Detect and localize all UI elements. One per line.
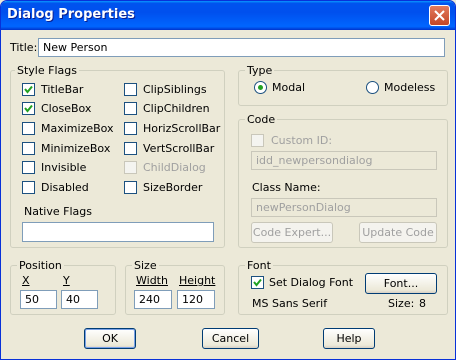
clipsiblings-label: ClipSiblings (143, 83, 207, 96)
clipchildren-checkbox[interactable] (124, 102, 137, 115)
titlebar-label: TitleBar (41, 83, 84, 96)
code-expert-button[interactable]: Code Expert... (251, 222, 333, 243)
title-input[interactable]: New Person (38, 38, 445, 57)
horizscrollbar-checkbox[interactable] (124, 122, 137, 135)
dialog-window: Dialog Properties Title: New Person Styl… (0, 0, 456, 360)
window-title: Dialog Properties (7, 7, 135, 22)
font-name-label: MS Sans Serif (252, 297, 328, 310)
custom-id-checkbox[interactable] (251, 134, 264, 147)
checkmark-icon (24, 85, 33, 94)
clipchildren-label: ClipChildren (143, 102, 210, 115)
childdialog-checkbox[interactable] (124, 161, 137, 174)
font-button[interactable]: Font... (365, 273, 437, 294)
title-bar[interactable]: Dialog Properties (1, 1, 455, 30)
style-flags-legend: Style Flags (15, 64, 79, 77)
width-label: Width (136, 274, 168, 287)
modeless-label: Modeless (384, 81, 436, 94)
position-legend: Position (17, 259, 64, 272)
disabled-checkbox[interactable] (22, 181, 35, 194)
closebox-label: CloseBox (41, 102, 92, 115)
x-label: X (22, 274, 30, 287)
close-button[interactable] (429, 5, 450, 26)
custom-id-input[interactable]: idd_newpersondialog (251, 151, 437, 170)
font-size-label: Size: (388, 297, 415, 310)
font-legend: Font (245, 259, 273, 272)
disabled-label: Disabled (41, 181, 89, 194)
y-input[interactable]: 40 (61, 290, 98, 309)
invisible-label: Invisible (41, 161, 87, 174)
size-legend: Size (132, 259, 159, 272)
checkmark-icon (24, 104, 33, 113)
class-name-label: Class Name: (252, 181, 321, 194)
minimizebox-label: MinimizeBox (41, 142, 111, 155)
modal-radio[interactable] (254, 81, 267, 94)
help-button[interactable]: Help (323, 328, 375, 349)
set-dialog-font-label: Set Dialog Font (269, 276, 354, 289)
height-input[interactable]: 120 (177, 290, 215, 309)
titlebar-checkbox[interactable] (22, 83, 35, 96)
native-flags-input[interactable] (22, 222, 214, 242)
maximizebox-checkbox[interactable] (22, 122, 35, 135)
code-legend: Code (245, 113, 278, 126)
class-name-input[interactable]: newPersonDialog (251, 198, 437, 217)
vertscrollbar-checkbox[interactable] (124, 142, 137, 155)
font-size-value: 8 (419, 297, 426, 310)
maximizebox-label: MaximizeBox (41, 122, 114, 135)
type-legend: Type (245, 64, 275, 77)
custom-id-label: Custom ID: (271, 134, 333, 147)
title-label: Title: (10, 41, 38, 54)
close-icon (434, 10, 445, 21)
minimizebox-checkbox[interactable] (22, 142, 35, 155)
x-input[interactable]: 50 (20, 290, 57, 309)
height-label: Height (179, 274, 216, 287)
update-code-button[interactable]: Update Code (359, 222, 437, 243)
native-flags-label: Native Flags (24, 205, 92, 218)
set-dialog-font-checkbox[interactable] (251, 276, 264, 289)
invisible-checkbox[interactable] (22, 161, 35, 174)
modeless-radio[interactable] (366, 81, 379, 94)
horizscrollbar-label: HorizScrollBar (143, 122, 221, 135)
childdialog-label: ChildDialog (143, 161, 206, 174)
sizeborder-label: SizeBorder (143, 181, 203, 194)
sizeborder-checkbox[interactable] (124, 181, 137, 194)
vertscrollbar-label: VertScrollBar (143, 142, 215, 155)
y-label: Y (63, 274, 70, 287)
width-input[interactable]: 240 (134, 290, 172, 309)
clipsiblings-checkbox[interactable] (124, 83, 137, 96)
radio-selected-dot (258, 85, 263, 90)
ok-button[interactable]: OK (84, 328, 136, 349)
closebox-checkbox[interactable] (22, 102, 35, 115)
modal-label: Modal (272, 81, 305, 94)
checkmark-icon (253, 278, 262, 287)
cancel-button[interactable]: Cancel (202, 328, 259, 349)
